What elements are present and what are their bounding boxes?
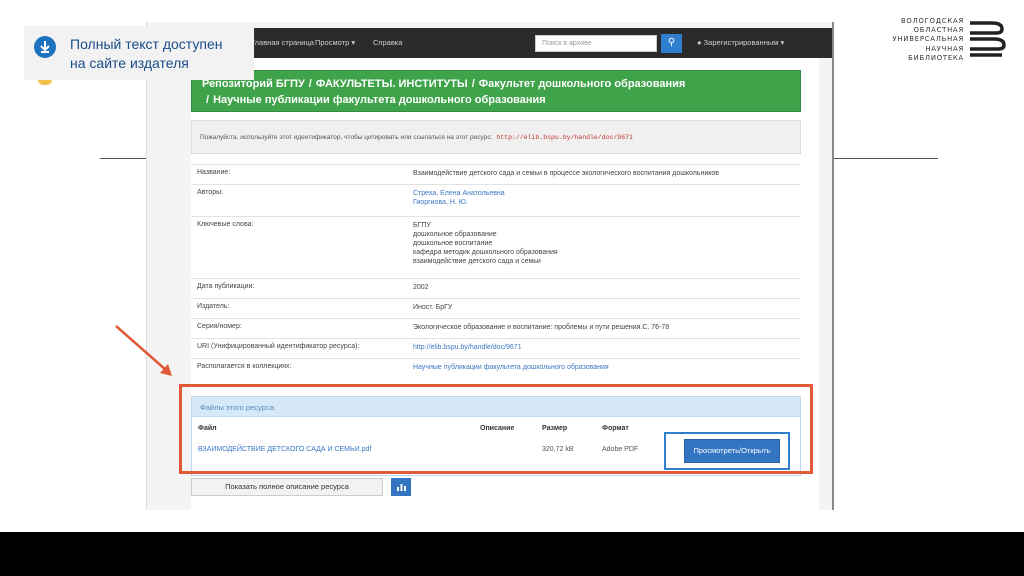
meta-label: Располагается в коллекциях: [197,363,292,370]
meta-row-authors: Авторы: Стреха, Елена Анатольевна Гиоргио… [191,184,801,216]
pointer-arrow-icon [115,325,172,376]
callout-accent-shape [38,80,52,85]
meta-row-collections: Располагается в коллекциях: Научные публ… [191,358,801,378]
library-logo-text: ВОЛОГОДСКАЯ ОБЛАСТНАЯ УНИВЕРСАЛЬНАЯ НАУЧ… [892,17,964,62]
meta-row-title: Название: Взаимодействие детского сада и… [191,164,801,184]
user-menu[interactable]: ● Зарегистрированным ▾ [697,38,784,47]
bar-chart-icon [396,484,406,491]
search-input[interactable]: Поиск в архиве [535,35,657,52]
view-button-highlight-frame [664,432,790,470]
statistics-button[interactable] [391,478,411,496]
full-description-button[interactable]: Показать полное описание ресурса [191,478,383,496]
meta-label: Ключевые слова: [197,221,254,228]
meta-label: Название: [197,169,231,176]
meta-row-keywords: Ключевые слова: БГПУ дошкольное образован… [191,216,801,278]
full-text-callout: Полный текст доступен на сайте издателя [24,26,254,80]
user-menu-label: Зарегистрированным ▾ [703,38,785,47]
download-icon [34,36,56,58]
meta-value-title: Взаимодействие детского сада и семьи в п… [413,170,720,177]
breadcrumb: Репозиторий БГПУ / ФАКУЛЬТЕТЫ. ИНСТИТУТЫ / Ф… [191,70,801,112]
meta-value-collections[interactable]: Научные публикации факультета дошкольног… [413,363,609,372]
user-icon: ● [697,38,702,47]
slide-divider-right [834,158,938,159]
breadcrumb-item-faculty[interactable]: Факультет дошкольного образования [479,78,686,90]
library-logo: ВОЛОГОДСКАЯ ОБЛАСТНАЯ УНИВЕРСАЛЬНАЯ НАУЧ… [892,17,1006,65]
meta-label: Дата публикации: [197,283,255,290]
meta-label: Серия/номер: [197,323,242,330]
meta-value-authors[interactable]: Стреха, Елена Анатольевна Гиоргиова, Н. Ю… [413,189,505,207]
library-mark-icon [970,21,1006,57]
citation-notice-text: Пожалуйста, используйте этот идентификат… [200,134,493,141]
meta-value-date: 2002 [413,284,429,291]
meta-value-uri[interactable]: http://elib.bspu.by/handle/doc/9671 [413,343,522,352]
breadcrumb-item-faculties[interactable]: ФАКУЛЬТЕТЫ. ИНСТИТУТЫ [316,78,468,90]
citation-url[interactable]: http://elib.bspu.by/handle/doc/9671 [496,134,633,141]
search-button[interactable]: ⚲ [661,34,682,53]
meta-row-uri: URI (Унифицированный идентификатор ресур… [191,338,801,358]
meta-label: URI (Унифицированный идентификатор ресур… [197,343,360,350]
meta-label: Авторы: [197,189,224,196]
meta-value-keywords: БГПУ дошкольное образование дошкольное вос… [413,222,558,265]
meta-row-series: Серия/номер: Экологическое образование и… [191,318,801,338]
meta-value-publisher: Иност. БрГУ [413,304,453,311]
callout-text: Полный текст доступен на сайте издателя [70,36,223,71]
search-icon: ⚲ [667,37,676,48]
nav-help-link[interactable]: Справка [373,38,402,47]
meta-row-publisher: Издатель: Иност. БрГУ [191,298,801,318]
meta-value-series: Экологическое образование и воспитание: … [413,324,670,331]
nav-home-link[interactable]: Главная страница [251,38,314,47]
slide-bottom-bar [0,532,1024,576]
meta-label: Издатель: [197,303,230,310]
slide-divider-left [100,158,146,159]
citation-notice: Пожалуйста, используйте этот идентификат… [191,120,801,154]
nav-browse-menu[interactable]: Просмотр ▾ [315,38,355,47]
breadcrumb-item-collection[interactable]: Научные публикации факультета дошкольног… [213,94,546,106]
meta-row-date: Дата публикации: 2002 [191,278,801,298]
